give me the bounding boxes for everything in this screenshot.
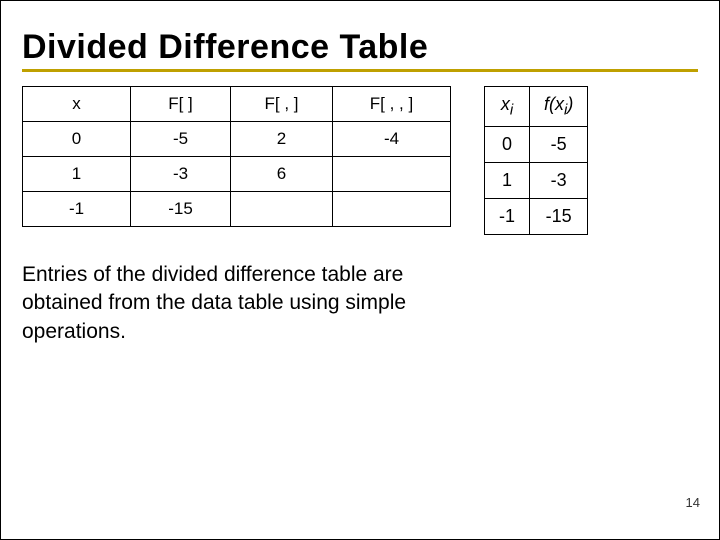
page-number: 14 xyxy=(686,495,700,510)
cell: -15 xyxy=(131,192,231,227)
cell: -4 xyxy=(333,122,451,157)
cell xyxy=(231,192,333,227)
cell: -5 xyxy=(530,126,588,162)
right-column: xi f(xi) 0 -5 1 -3 -1 -15 xyxy=(484,86,588,235)
table-row: -1 -15 xyxy=(23,192,451,227)
table-header-row: xi f(xi) xyxy=(485,87,588,127)
cell: -1 xyxy=(23,192,131,227)
cell xyxy=(333,192,451,227)
cell: 2 xyxy=(231,122,333,157)
table-header-row: x F[ ] F[ , ] F[ , , ] xyxy=(23,87,451,122)
table-row: 1 -3 xyxy=(485,162,588,198)
page-title: Divided Difference Table xyxy=(22,28,698,67)
left-column: x F[ ] F[ , ] F[ , , ] 0 -5 2 -4 1 -3 6 … xyxy=(22,86,462,346)
table-row: 0 -5 2 -4 xyxy=(23,122,451,157)
cell: 0 xyxy=(23,122,131,157)
cell: -1 xyxy=(485,198,530,234)
table-row: 1 -3 6 xyxy=(23,157,451,192)
fxi-label: f(xi) xyxy=(544,94,573,114)
table-row: 0 -5 xyxy=(485,126,588,162)
col-f2: F[ , , ] xyxy=(333,87,451,122)
xi-label: xi xyxy=(501,94,513,114)
cell: 0 xyxy=(485,126,530,162)
col-f0: F[ ] xyxy=(131,87,231,122)
col-xi: xi xyxy=(485,87,530,127)
col-fxi: f(xi) xyxy=(530,87,588,127)
content-row: x F[ ] F[ , ] F[ , , ] 0 -5 2 -4 1 -3 6 … xyxy=(22,86,698,346)
cell: 1 xyxy=(485,162,530,198)
col-x: x xyxy=(23,87,131,122)
title-underline xyxy=(22,69,698,72)
cell: -15 xyxy=(530,198,588,234)
col-f1: F[ , ] xyxy=(231,87,333,122)
table-row: -1 -15 xyxy=(485,198,588,234)
divided-difference-table: x F[ ] F[ , ] F[ , , ] 0 -5 2 -4 1 -3 6 … xyxy=(22,86,451,227)
cell: -3 xyxy=(530,162,588,198)
cell: 1 xyxy=(23,157,131,192)
cell: 6 xyxy=(231,157,333,192)
description-text: Entries of the divided difference table … xyxy=(22,261,462,346)
data-table: xi f(xi) 0 -5 1 -3 -1 -15 xyxy=(484,86,588,235)
cell: -3 xyxy=(131,157,231,192)
cell xyxy=(333,157,451,192)
cell: -5 xyxy=(131,122,231,157)
